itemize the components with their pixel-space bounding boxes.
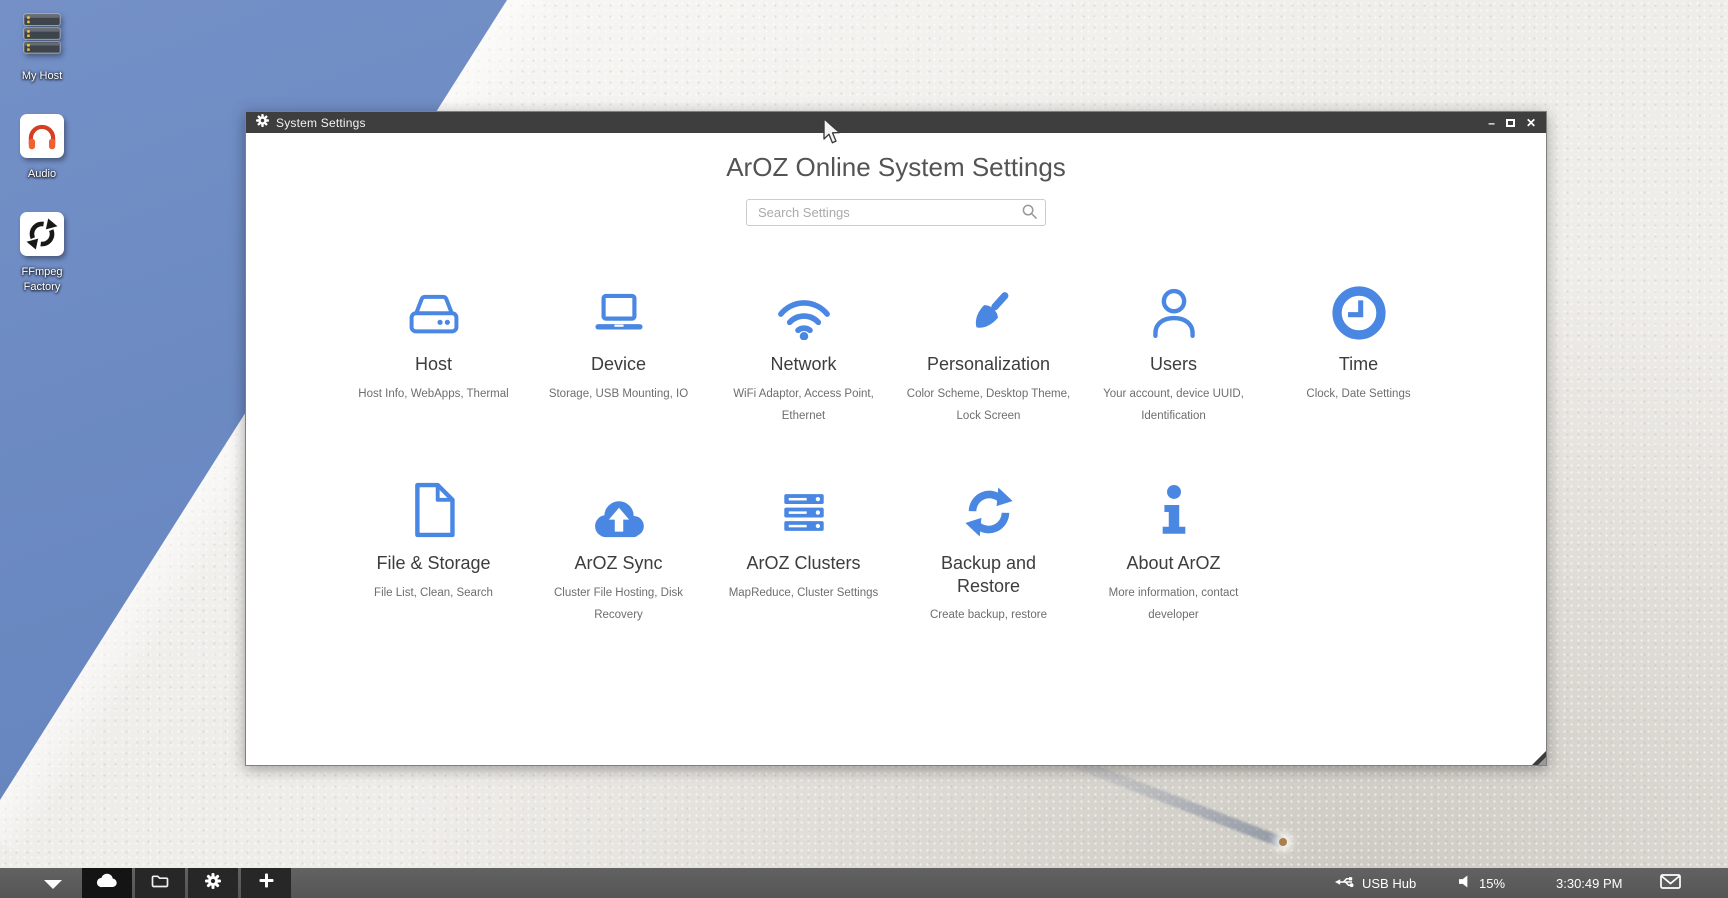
hdd-icon <box>341 278 526 340</box>
tray-mail[interactable] <box>1660 868 1681 898</box>
taskbar-button-files[interactable] <box>135 868 185 898</box>
tray-clock[interactable]: 3:30:49 PM <box>1556 868 1623 898</box>
cloud-upload-icon <box>526 477 711 539</box>
tile-time[interactable]: Time Clock, Date Settings <box>1266 278 1451 427</box>
tile-subtitle: Clock, Date Settings <box>1266 383 1451 405</box>
tile-title: ArOZ Clusters <box>711 552 896 575</box>
tile-host[interactable]: Host Host Info, WebApps, Thermal <box>341 278 526 427</box>
volume-label: 15% <box>1479 876 1505 891</box>
wifi-icon <box>711 278 896 340</box>
user-icon <box>1081 278 1266 340</box>
server-stack-icon <box>20 10 64 60</box>
chevron-down-icon[interactable] <box>44 880 62 889</box>
tile-title: Users <box>1081 353 1266 376</box>
tile-title: Time <box>1266 353 1451 376</box>
tile-personalization[interactable]: Personalization Color Scheme, Desktop Th… <box>896 278 1081 427</box>
taskbar-button-add[interactable] <box>241 868 291 898</box>
taskbar-apps <box>82 868 294 898</box>
close-button[interactable]: ✕ <box>1526 117 1536 129</box>
nail-on-wall <box>1279 838 1287 846</box>
info-icon <box>1081 477 1266 539</box>
tile-title: ArOZ Sync <box>526 552 711 575</box>
tile-file-storage[interactable]: File & Storage File List, Clean, Search <box>341 477 526 626</box>
tile-subtitle: Color Scheme, Desktop Theme, Lock Screen <box>896 383 1081 428</box>
tile-about-aroz[interactable]: About ArOZ More information, contact dev… <box>1081 477 1266 626</box>
paint-brush-icon <box>896 278 1081 340</box>
search-container <box>746 199 1046 226</box>
desktop-icon-audio[interactable]: Audio <box>2 114 82 182</box>
usb-icon <box>1335 875 1355 892</box>
tile-title: Host <box>341 353 526 376</box>
envelope-icon <box>1660 874 1681 892</box>
clock-icon <box>1266 278 1451 340</box>
desktop-background: My Host Audio FFmpeg Factory <box>0 0 1728 898</box>
gear-icon <box>256 114 269 132</box>
tile-subtitle: Storage, USB Mounting, IO <box>526 383 711 405</box>
clock-label: 3:30:49 PM <box>1556 876 1623 891</box>
window-resize-handle-inner <box>1538 757 1546 765</box>
cloud-icon <box>95 872 119 894</box>
desktop-icon-label: My Host <box>2 69 82 84</box>
tray-volume[interactable]: 15% <box>1459 868 1505 898</box>
window-content: ArOZ Online System Settings <box>246 133 1546 765</box>
tile-subtitle: MapReduce, Cluster Settings <box>711 582 896 604</box>
search-icon <box>1022 204 1037 224</box>
taskbar-button-desktop[interactable] <box>82 868 132 898</box>
tile-aroz-clusters[interactable]: ArOZ Clusters MapReduce, Cluster Setting… <box>711 477 896 626</box>
tile-title: Backup and Restore <box>896 552 1081 597</box>
tile-subtitle: Host Info, WebApps, Thermal <box>341 383 526 405</box>
speaker-icon <box>1459 875 1472 891</box>
tile-title: Device <box>526 353 711 376</box>
file-icon <box>341 477 526 539</box>
desktop-icon-my-host[interactable]: My Host <box>2 10 82 84</box>
circular-arrows-icon <box>20 212 64 256</box>
window-titlebar[interactable]: System Settings – ✕ <box>246 112 1546 133</box>
window-title: System Settings <box>276 116 366 130</box>
tile-aroz-sync[interactable]: ArOZ Sync Cluster File Hosting, Disk Rec… <box>526 477 711 626</box>
search-input[interactable] <box>746 199 1046 226</box>
desktop-icon-ffmpeg-factory[interactable]: FFmpeg Factory <box>2 212 82 295</box>
page-title: ArOZ Online System Settings <box>246 152 1546 183</box>
plus-icon <box>259 873 274 893</box>
usb-label: USB Hub <box>1362 876 1416 891</box>
tile-subtitle: File List, Clean, Search <box>341 582 526 604</box>
taskbar: USB Hub 15% 3:30:49 PM <box>0 868 1728 898</box>
tile-subtitle: Cluster File Hosting, Disk Recovery <box>526 582 711 627</box>
settings-grid: Host Host Info, WebApps, Thermal Device … <box>341 278 1546 627</box>
tile-title: Personalization <box>896 353 1081 376</box>
tile-subtitle: WiFi Adaptor, Access Point, Ethernet <box>711 383 896 428</box>
tray-usb[interactable]: USB Hub <box>1335 868 1416 898</box>
tile-users[interactable]: Users Your account, device UUID, Identif… <box>1081 278 1266 427</box>
tile-network[interactable]: Network WiFi Adaptor, Access Point, Ethe… <box>711 278 896 427</box>
folder-icon <box>151 873 169 893</box>
tile-subtitle: Your account, device UUID, Identificatio… <box>1081 383 1266 428</box>
tile-subtitle: Create backup, restore <box>896 604 1081 626</box>
tile-device[interactable]: Device Storage, USB Mounting, IO <box>526 278 711 427</box>
system-settings-window: System Settings – ✕ ArOZ Online System S… <box>245 111 1547 766</box>
laptop-icon <box>526 278 711 340</box>
tile-title: About ArOZ <box>1081 552 1266 575</box>
minimize-button[interactable]: – <box>1488 117 1495 129</box>
server-icon <box>711 477 896 539</box>
desktop-icon-label: Audio <box>2 167 82 182</box>
taskbar-button-settings[interactable] <box>188 868 238 898</box>
tile-title: Network <box>711 353 896 376</box>
headphones-icon <box>20 114 64 158</box>
maximize-button[interactable] <box>1506 119 1515 127</box>
gear-icon <box>205 873 221 894</box>
tile-backup-restore[interactable]: Backup and Restore Create backup, restor… <box>896 477 1081 626</box>
refresh-icon <box>896 477 1081 539</box>
tile-subtitle: More information, contact developer <box>1081 582 1266 627</box>
desktop-icon-label: FFmpeg Factory <box>2 265 82 295</box>
tile-title: File & Storage <box>341 552 526 575</box>
